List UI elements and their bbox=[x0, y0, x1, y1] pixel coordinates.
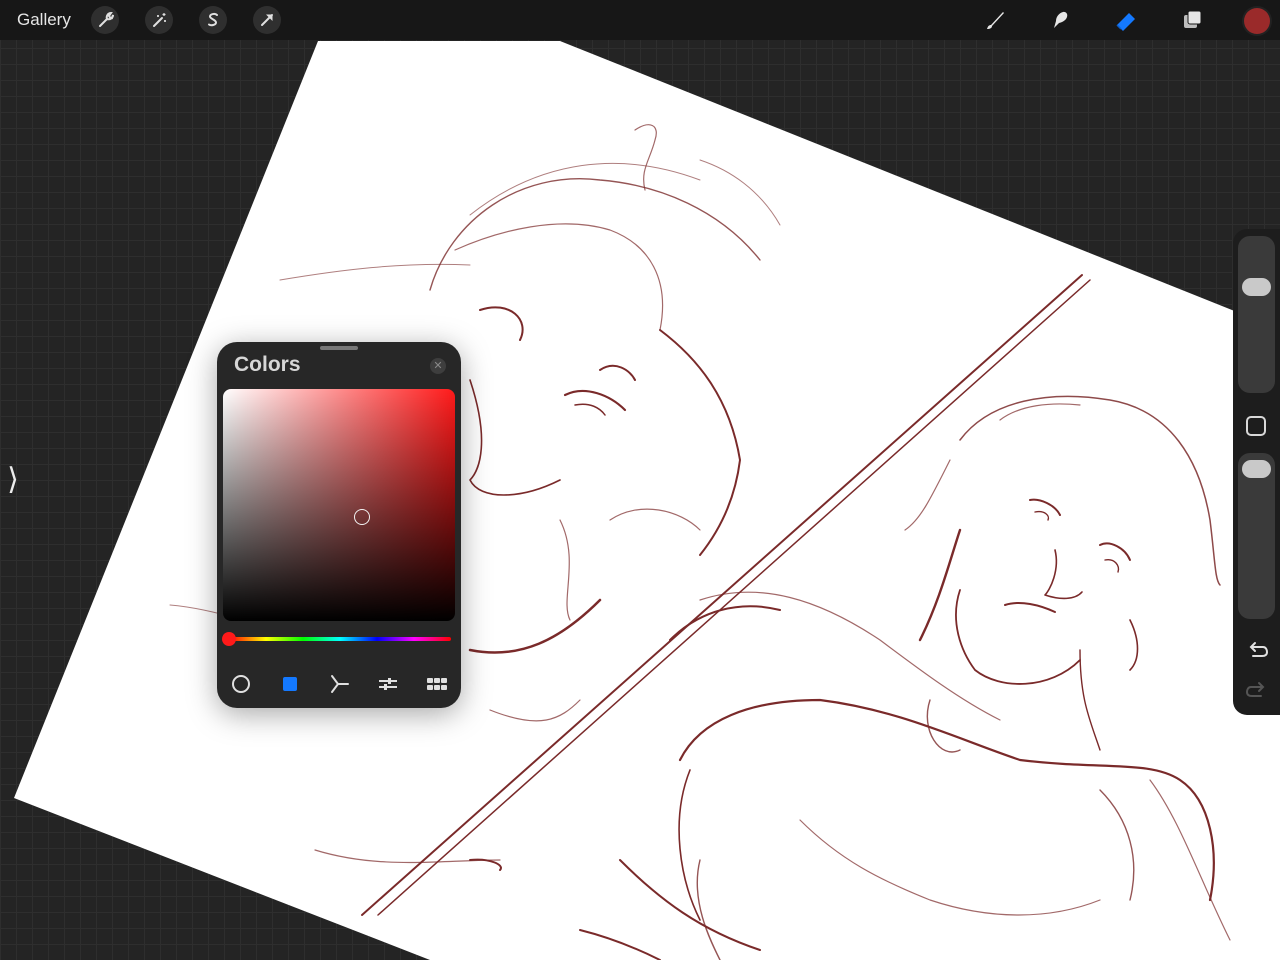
wrench-icon[interactable] bbox=[91, 6, 119, 34]
canvas-paper bbox=[14, 41, 1280, 960]
panel-grabber[interactable] bbox=[320, 346, 358, 350]
hue-slider-knob[interactable] bbox=[222, 632, 236, 646]
selection-s-icon[interactable] bbox=[199, 6, 227, 34]
modify-square-icon[interactable] bbox=[1246, 416, 1266, 436]
smudge-icon[interactable] bbox=[1046, 6, 1074, 34]
palettes-mode-icon[interactable] bbox=[425, 672, 449, 696]
brush-icon[interactable] bbox=[981, 6, 1009, 34]
undo-icon[interactable] bbox=[1243, 639, 1271, 663]
brush-size-slider[interactable] bbox=[1238, 236, 1275, 393]
sidebar-expand-chevron-icon[interactable]: ⟩ bbox=[0, 455, 26, 505]
colors-panel: Colors ✕ bbox=[217, 342, 461, 708]
panel-title: Colors bbox=[234, 353, 301, 376]
redo-icon[interactable] bbox=[1243, 679, 1271, 703]
gallery-button[interactable]: Gallery bbox=[17, 10, 71, 30]
current-color-swatch[interactable] bbox=[1244, 8, 1270, 34]
right-sidebar bbox=[1233, 229, 1280, 715]
opacity-slider[interactable] bbox=[1238, 453, 1275, 619]
drawing-canvas[interactable] bbox=[0, 0, 1280, 960]
top-toolbar: Gallery bbox=[0, 0, 1280, 40]
layers-icon[interactable] bbox=[1178, 6, 1206, 34]
close-icon[interactable]: ✕ bbox=[430, 358, 446, 374]
harmony-mode-icon[interactable] bbox=[327, 672, 351, 696]
saturation-brightness-square[interactable] bbox=[223, 389, 455, 621]
opacity-handle[interactable] bbox=[1242, 460, 1271, 479]
classic-mode-icon[interactable] bbox=[278, 672, 302, 696]
disc-mode-icon[interactable] bbox=[229, 672, 253, 696]
transform-arrow-icon[interactable] bbox=[253, 6, 281, 34]
value-mode-icon[interactable] bbox=[376, 672, 400, 696]
brush-size-handle[interactable] bbox=[1242, 277, 1271, 296]
color-picker-cursor[interactable] bbox=[354, 508, 371, 525]
eraser-icon[interactable] bbox=[1112, 6, 1140, 34]
magic-wand-icon[interactable] bbox=[145, 6, 173, 34]
hue-slider[interactable] bbox=[222, 632, 451, 646]
